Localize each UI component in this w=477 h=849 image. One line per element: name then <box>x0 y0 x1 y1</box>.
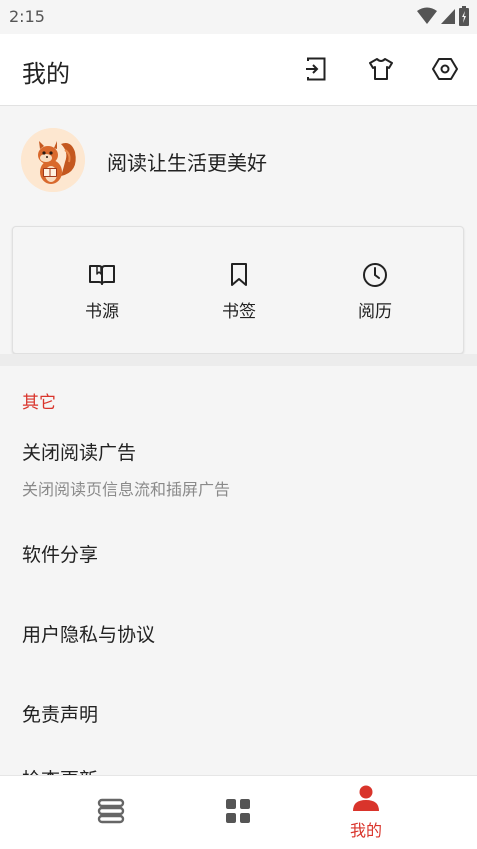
signal-icon <box>441 7 455 29</box>
menu-item-title: 软件分享 <box>22 544 99 566</box>
quick-action-book-source[interactable]: 书源 <box>52 261 152 325</box>
quick-actions-card: 书源 书签 阅历 <box>12 226 464 354</box>
bookmark-icon <box>230 261 248 289</box>
menu-item-check-update[interactable]: 检查更新 <box>0 745 477 775</box>
battery-charging-icon <box>459 6 469 30</box>
quick-action-history[interactable]: 阅历 <box>325 261 425 325</box>
wifi-icon <box>417 7 437 29</box>
quick-action-bookmarks[interactable]: 书签 <box>189 261 289 325</box>
page-title: 我的 <box>22 60 70 88</box>
profile-motto: 阅读让生活更美好 <box>107 151 267 175</box>
menu-item-disclaimer[interactable]: 免责声明 <box>0 680 477 750</box>
menu-item-title: 检查更新 <box>22 765 98 775</box>
menu-item-title: 关闭阅读广告 <box>22 442 137 464</box>
section-divider <box>0 354 477 366</box>
nav-item-mine[interactable]: 我的 <box>316 776 416 849</box>
app-bar: 我的 <box>0 34 477 106</box>
quick-action-label: 阅历 <box>358 302 392 322</box>
theme-shirt-icon[interactable] <box>368 56 394 82</box>
bookshelf-icon <box>96 798 126 828</box>
quick-action-label: 书签 <box>222 302 256 322</box>
clock-icon <box>362 261 388 289</box>
person-icon <box>352 785 380 815</box>
squirrel-avatar[interactable] <box>21 128 85 192</box>
grid-icon <box>225 798 251 828</box>
section-title-other: 其它 <box>22 393 56 413</box>
status-icons <box>417 6 469 30</box>
bottom-navigation: 我的 <box>0 775 477 849</box>
import-icon[interactable] <box>303 56 329 82</box>
menu-item-share-app[interactable]: 软件分享 <box>0 520 477 590</box>
quick-action-label: 书源 <box>85 302 119 322</box>
status-time: 2:15 <box>9 7 45 26</box>
menu-item-privacy-policy[interactable]: 用户隐私与协议 <box>0 600 477 670</box>
nav-item-discover[interactable] <box>188 776 288 849</box>
settings-hexagon-icon[interactable] <box>432 56 458 82</box>
profile-header: 阅读让生活更美好 <box>0 107 477 221</box>
menu-item-title: 用户隐私与协议 <box>22 624 156 646</box>
menu-item-close-ads[interactable]: 关闭阅读广告 关闭阅读页信息流和插屏广告 <box>0 426 477 508</box>
nav-item-bookshelf[interactable] <box>61 776 161 849</box>
nav-item-label: 我的 <box>349 821 382 840</box>
menu-item-subtitle: 关闭阅读页信息流和插屏广告 <box>22 480 231 499</box>
book-open-icon <box>89 261 115 289</box>
menu-item-title: 免责声明 <box>22 704 99 726</box>
status-bar: 2:15 <box>0 0 477 34</box>
